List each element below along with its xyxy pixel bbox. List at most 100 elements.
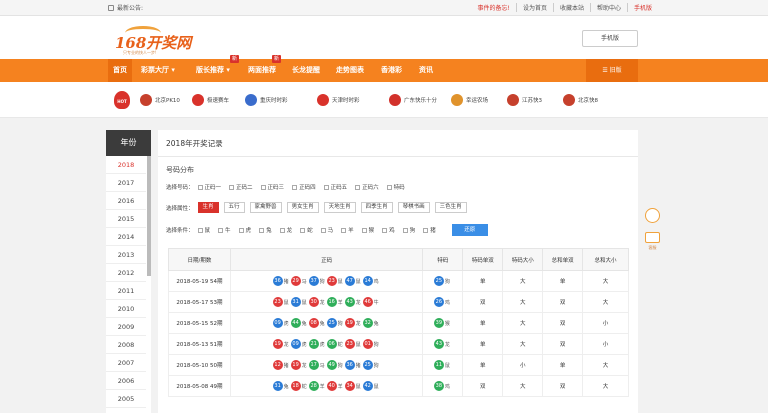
nav-item[interactable]: 首页 <box>108 59 132 82</box>
nav-item[interactable]: 走势图表 <box>336 59 364 82</box>
year-item[interactable]: 2014 <box>106 228 146 246</box>
top-link[interactable]: 设为首页 <box>515 3 553 12</box>
nav-item[interactable]: 资讯 <box>419 59 433 82</box>
logo[interactable]: 168开奖网 只专业的快人一步! <box>115 24 195 55</box>
filter-tag[interactable]: 四季生肖 <box>360 202 393 213</box>
lottery-link[interactable]: 北京快8 <box>563 93 598 107</box>
chat-icon[interactable] <box>645 208 660 223</box>
checkbox-box[interactable] <box>355 184 361 190</box>
checkbox-box[interactable] <box>423 227 429 233</box>
filter-tag[interactable]: 家禽野兽 <box>249 202 282 213</box>
filter-checkbox[interactable]: 鼠 <box>197 226 210 234</box>
year-item[interactable]: 2012 <box>106 264 146 282</box>
nav-item[interactable]: 长龙提醒 <box>292 59 320 82</box>
year-item[interactable]: 2010 <box>106 300 146 318</box>
attr-cell: 单 <box>542 354 584 376</box>
filter-checkbox[interactable]: 龙 <box>279 226 292 234</box>
filter-checkbox[interactable]: 正码二 <box>229 183 253 191</box>
filter-tag[interactable]: 男女生肖 <box>286 202 319 213</box>
lottery-link[interactable]: 重庆时时彩 <box>245 93 288 107</box>
filter-checkbox[interactable]: 正码三 <box>260 183 284 191</box>
filter-checkbox[interactable]: 虎 <box>238 226 251 234</box>
lottery-link[interactable]: 极速赛车 <box>192 93 229 107</box>
special-cell: 26 鸡 <box>422 291 464 313</box>
top-link[interactable]: 手机版 <box>626 3 658 12</box>
date-cell: 2018-05-10 50期 <box>168 354 231 376</box>
checkbox-box[interactable] <box>320 227 326 233</box>
clear-button[interactable]: 还原 <box>451 224 488 236</box>
lottery-link[interactable]: 幸运农场 <box>451 93 488 107</box>
filter-checkbox[interactable]: 兔 <box>259 226 272 234</box>
filter-checkbox[interactable]: 牛 <box>218 226 231 234</box>
lottery-name: 北京PK10 <box>155 98 180 104</box>
mobile-version-button[interactable]: 手机版 <box>582 30 638 47</box>
checkbox-box[interactable] <box>197 184 203 190</box>
filter-checkbox[interactable]: 狗 <box>402 226 415 234</box>
number-ball: 14 <box>362 276 373 286</box>
filter-tag[interactable]: 天地生肖 <box>323 202 356 213</box>
sidebar-scrollbar[interactable] <box>147 156 151 276</box>
year-item[interactable]: 2011 <box>106 282 146 300</box>
filter-checkbox[interactable]: 正码四 <box>292 183 316 191</box>
attr-cell: 双 <box>542 312 584 334</box>
number-cell: 43 龙 <box>344 297 363 307</box>
filter-checkbox[interactable]: 猴 <box>361 226 374 234</box>
nav-item[interactable]: 香港彩 <box>381 59 402 82</box>
filter-checkbox[interactable]: 马 <box>320 226 333 234</box>
number-ball: 49 <box>326 360 337 370</box>
lottery-link[interactable]: 江苏快3 <box>507 93 542 107</box>
year-item[interactable]: 2015 <box>106 210 146 228</box>
checkbox-box[interactable] <box>386 184 392 190</box>
year-item[interactable]: 2017 <box>106 174 146 192</box>
filter-checkbox[interactable]: 蛇 <box>300 226 313 234</box>
number-cell: 19 龙 <box>344 318 363 328</box>
filter-tag[interactable]: 生肖 <box>197 202 219 213</box>
year-item[interactable]: 2008 <box>106 336 146 354</box>
balls-cell: 36 猪 29 马 37 狗 23 鼠 47 鼠 14 鸡 <box>229 270 424 292</box>
top-link[interactable]: 帮助中心 <box>589 3 627 12</box>
year-item[interactable]: 2016 <box>106 192 146 210</box>
year-item[interactable]: 2013 <box>106 246 146 264</box>
filter-checkbox[interactable]: 正码五 <box>323 183 347 191</box>
checkbox-box[interactable] <box>402 227 408 233</box>
checkbox-box[interactable] <box>238 227 244 233</box>
year-item[interactable]: 2009 <box>106 318 146 336</box>
checkbox-box[interactable] <box>292 184 298 190</box>
checkbox-box[interactable] <box>218 227 224 233</box>
checkbox-box[interactable] <box>323 184 329 190</box>
checkbox-box[interactable] <box>279 227 285 233</box>
nav-item[interactable]: 版长推荐 ▾ <box>196 59 230 82</box>
year-item[interactable]: 2018 <box>106 156 146 174</box>
filter-checkbox[interactable]: 鸡 <box>382 226 395 234</box>
lottery-link[interactable]: 北京PK10 <box>140 93 180 107</box>
filter-tag[interactable]: 三色生肖 <box>434 202 467 213</box>
year-item[interactable]: 2005 <box>106 390 146 408</box>
service-icon[interactable] <box>645 232 660 243</box>
filter-checkbox[interactable]: 正码六 <box>355 183 379 191</box>
filter-checkbox[interactable]: 正码一 <box>197 183 221 191</box>
lottery-link[interactable]: 广东快乐十分 <box>389 93 437 107</box>
year-item[interactable]: 2007 <box>106 354 146 372</box>
filter-checkbox[interactable]: 猪 <box>423 226 436 234</box>
checkbox-box[interactable] <box>382 227 388 233</box>
checkbox-box[interactable] <box>300 227 306 233</box>
attr-cell: 单 <box>462 312 504 334</box>
checkbox-box[interactable] <box>229 184 235 190</box>
filter-tag[interactable]: 琴棋书画 <box>397 202 430 213</box>
checkbox-box[interactable] <box>197 227 203 233</box>
old-version-button[interactable]: ☰ 旧版 <box>586 59 638 82</box>
filter-tag[interactable]: 五行 <box>223 202 245 213</box>
top-link[interactable]: 事件的备忘! <box>472 3 516 12</box>
zodiac-label: 兔 <box>283 383 289 390</box>
lottery-link[interactable]: 天津时时彩 <box>317 93 360 107</box>
checkbox-box[interactable] <box>260 184 266 190</box>
year-item[interactable]: 2006 <box>106 372 146 390</box>
top-link[interactable]: 收藏本站 <box>552 3 590 12</box>
checkbox-box[interactable] <box>361 227 367 233</box>
number-ball: 36 <box>344 360 355 370</box>
filter-checkbox[interactable]: 特码 <box>386 183 405 191</box>
checkbox-box[interactable] <box>259 227 265 233</box>
checkbox-box[interactable] <box>341 227 347 233</box>
nav-item[interactable]: 彩票大厅 ▾ <box>141 59 175 82</box>
filter-checkbox[interactable]: 羊 <box>341 226 354 234</box>
